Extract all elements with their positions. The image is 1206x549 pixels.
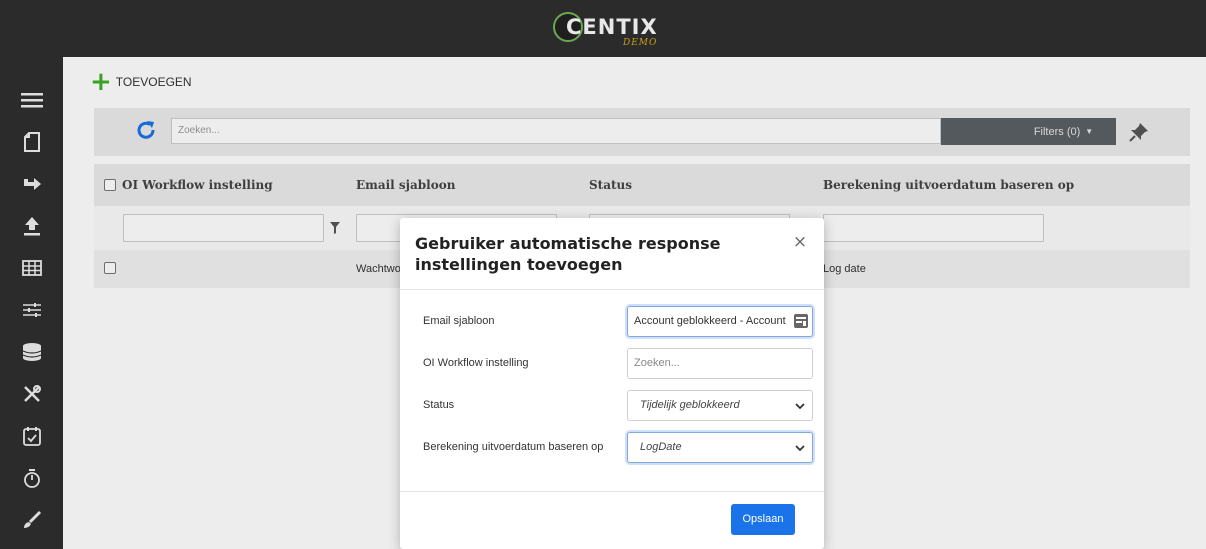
sidebar-item-table[interactable] xyxy=(0,247,63,289)
sidebar-item-redirect[interactable] xyxy=(0,163,63,205)
status-select[interactable]: Tijdelijk geblokkeerd xyxy=(627,390,813,421)
sidebar-item-timer[interactable] xyxy=(0,457,63,499)
document-icon xyxy=(23,132,40,152)
paintbrush-icon xyxy=(23,510,41,528)
add-response-settings-dialog: Gebruiker automatische response instelli… xyxy=(400,218,824,549)
chevron-down-icon xyxy=(795,403,805,410)
sliders-icon xyxy=(22,303,41,317)
database-icon xyxy=(22,343,41,361)
close-icon[interactable]: × xyxy=(790,232,810,252)
sidebar-item-documents[interactable] xyxy=(0,121,63,163)
lookup-icon[interactable] xyxy=(794,314,808,328)
sidebar-item-menu[interactable] xyxy=(0,79,63,121)
redirect-arrow-icon xyxy=(23,178,41,190)
email-template-field[interactable]: Account geblokkeerd - Account xyxy=(627,306,813,337)
logo-text: CENTIX xyxy=(566,15,658,39)
workflow-label: OI Workflow instelling xyxy=(423,357,529,369)
save-button[interactable]: Opslaan xyxy=(731,504,795,535)
email-template-value: Account geblokkeerd - Account xyxy=(634,315,786,327)
sidebar-item-planning[interactable] xyxy=(0,415,63,457)
dialog-title: Gebruiker automatische response instelli… xyxy=(415,234,721,274)
table-icon xyxy=(21,260,42,276)
header-divider xyxy=(400,289,824,290)
hamburger-menu-icon xyxy=(20,93,43,108)
sidebar-item-database[interactable] xyxy=(0,331,63,373)
calc-value: LogDate xyxy=(640,441,682,453)
footer-divider xyxy=(400,491,824,492)
workflow-search-input[interactable]: Zoeken... xyxy=(627,348,813,379)
upload-icon xyxy=(23,217,40,236)
logo-subtitle: DEMO xyxy=(623,38,658,48)
top-bar: CENTIX DEMO xyxy=(0,0,1206,57)
centix-logo[interactable]: CENTIX DEMO xyxy=(553,12,673,52)
sidebar-item-theme[interactable] xyxy=(0,499,63,541)
calendar-check-icon xyxy=(22,427,41,446)
email-template-label: Email sjabloon xyxy=(423,315,495,327)
sidebar-item-settings[interactable] xyxy=(0,289,63,331)
calc-select[interactable]: LogDate xyxy=(627,432,813,463)
stopwatch-icon xyxy=(23,469,40,488)
calc-label: Berekening uitvoerdatum baseren op xyxy=(423,441,604,453)
sidebar xyxy=(0,57,63,549)
sidebar-item-upload[interactable] xyxy=(0,205,63,247)
sidebar-item-tools[interactable] xyxy=(0,373,63,415)
tools-icon xyxy=(23,385,41,402)
chevron-down-icon xyxy=(795,445,805,452)
status-value: Tijdelijk geblokkeerd xyxy=(640,399,740,411)
status-label: Status xyxy=(423,399,455,411)
